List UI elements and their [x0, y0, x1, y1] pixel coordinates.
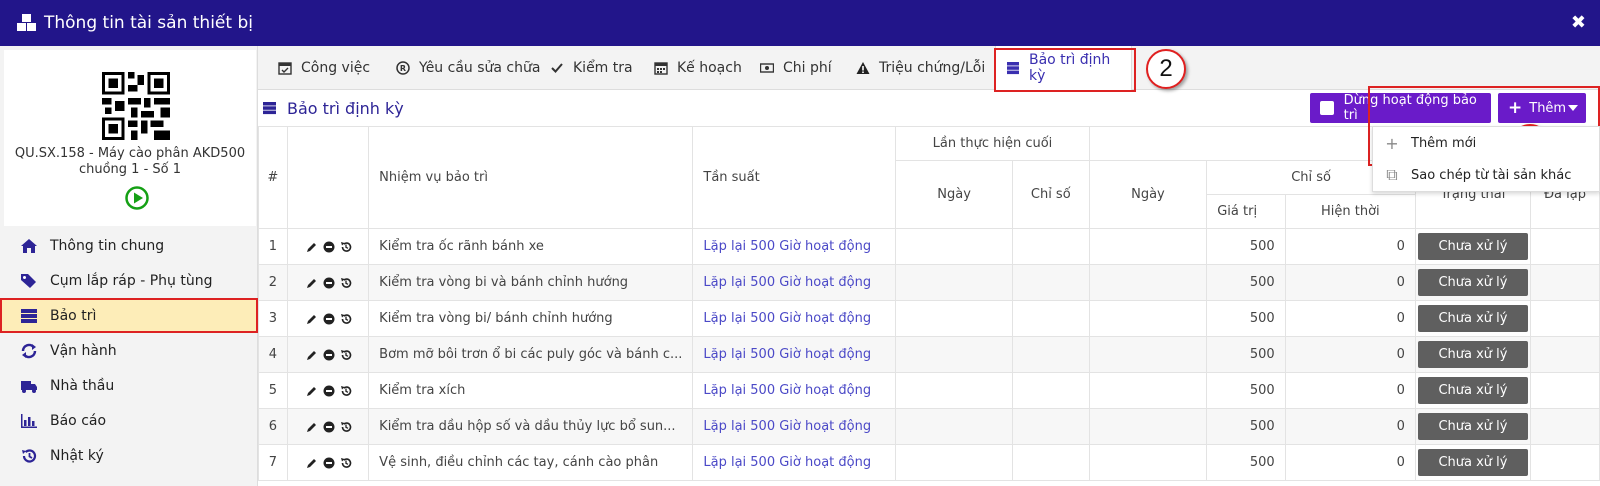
history-icon[interactable]	[340, 349, 352, 361]
calendar-check-icon	[278, 62, 292, 75]
check-icon	[551, 63, 563, 73]
history-icon[interactable]	[340, 277, 352, 289]
minus-circle-icon[interactable]	[323, 421, 335, 433]
tab-cost[interactable]: Chi phí	[760, 46, 832, 90]
header-task: Nhiệm vụ bảo trì	[368, 126, 694, 229]
refresh-icon	[21, 343, 37, 358]
status-button[interactable]: Chưa xử lý	[1417, 269, 1528, 296]
sidebar-item-assembly[interactable]: Cụm lắp ráp - Phụ tùng	[0, 263, 258, 298]
header-next-date: Ngày	[1088, 160, 1208, 229]
header-value: Giá trị	[1206, 194, 1286, 229]
server-icon	[263, 102, 276, 115]
history-icon[interactable]	[340, 421, 352, 433]
pencil-icon[interactable]	[306, 421, 318, 433]
header-last-date: Ngày	[895, 160, 1013, 229]
play-circle-icon[interactable]	[125, 186, 149, 210]
close-icon[interactable]: ✖	[1571, 12, 1586, 33]
minus-circle-icon[interactable]	[323, 457, 335, 469]
status-button[interactable]: Chưa xử lý	[1417, 449, 1528, 476]
sidebar-item-maintenance[interactable]: Bảo trì	[0, 298, 258, 333]
caret-down-icon	[1568, 105, 1578, 111]
sidebar-item-report[interactable]: Báo cáo	[0, 403, 258, 438]
history-icon	[22, 448, 37, 463]
plus-icon: +	[1508, 98, 1523, 118]
pencil-icon[interactable]	[306, 385, 318, 397]
callout-2: 2	[1146, 49, 1186, 89]
money-icon	[760, 63, 774, 73]
main-panel: Công việc R Yêu cầu sửa chữa Kiểm tra Kế…	[258, 46, 1600, 486]
history-icon[interactable]	[340, 313, 352, 325]
minus-circle-icon[interactable]	[323, 385, 335, 397]
header-last-done: Lần thực hiện cuối	[895, 126, 1090, 161]
stop-maintenance-button[interactable]: Dừng hoạt động bảo trì	[1310, 93, 1491, 123]
sidebar-item-contractor[interactable]: Nhà thầu	[0, 368, 258, 403]
sidebar-item-log[interactable]: Nhật ký	[0, 438, 258, 473]
header-last-reading: Chỉ số	[1011, 160, 1090, 229]
pencil-icon[interactable]	[306, 277, 318, 289]
table-row: 2 Kiểm tra vòng bi và bánh chỉnh hướng L…	[258, 264, 1600, 301]
table-row: 7 Vệ sinh, điều chỉnh các tay, cánh cào …	[258, 444, 1600, 481]
tab-bar: Công việc R Yêu cầu sửa chữa Kiểm tra Kế…	[258, 46, 1600, 90]
asset-card: QU.SX.158 - Máy cào phân AKD500 chuồng 1…	[4, 50, 256, 226]
add-button[interactable]: + Thêm	[1498, 93, 1586, 123]
server-icon	[21, 308, 37, 323]
bar-chart-icon	[21, 413, 37, 428]
pencil-icon[interactable]	[306, 241, 318, 253]
tab-inspection[interactable]: Kiểm tra	[550, 46, 633, 90]
sidebar-item-general[interactable]: Thông tin chung	[0, 228, 258, 263]
pencil-icon[interactable]	[306, 313, 318, 325]
tab-symptom[interactable]: Triệu chứng/Lỗi	[856, 46, 985, 90]
tags-icon	[21, 273, 36, 288]
table-row: 5 Kiểm tra xích Lặp lại 500 Giờ hoạt độn…	[258, 372, 1600, 409]
window-title: Thông tin tài sản thiết bị	[44, 13, 253, 33]
status-button[interactable]: Chưa xử lý	[1417, 305, 1528, 332]
history-icon[interactable]	[340, 385, 352, 397]
copy-from-asset-item[interactable]: ⧉ Sao chép từ tài sản khác	[1373, 159, 1599, 191]
history-icon[interactable]	[340, 241, 352, 253]
sidebar-menu: Thông tin chung Cụm lắp ráp - Phụ tùng B…	[0, 228, 258, 473]
pencil-icon[interactable]	[306, 349, 318, 361]
svg-text:R: R	[400, 64, 406, 73]
truck-icon	[21, 380, 37, 393]
header-index: #	[258, 126, 288, 229]
tab-repair-request[interactable]: R Yêu cầu sửa chữa	[396, 46, 540, 90]
header-frequency: Tần suất	[692, 126, 897, 229]
table-row: 4 Bơm mỡ bôi trơn ổ bi các puly góc và b…	[258, 336, 1600, 373]
cubes-icon	[17, 14, 36, 31]
tab-plan[interactable]: Kế hoạch	[654, 46, 742, 90]
server-icon	[1006, 62, 1019, 75]
table-row: 6 Kiểm tra dầu hộp số và dầu thủy lực bổ…	[258, 408, 1600, 445]
add-new-item[interactable]: + Thêm mới	[1373, 127, 1599, 159]
registered-icon: R	[396, 61, 410, 75]
calendar-icon	[654, 62, 668, 75]
header-current: Hiện thời	[1284, 194, 1416, 229]
qr-code-icon	[102, 72, 170, 140]
minus-circle-icon[interactable]	[323, 313, 335, 325]
minus-circle-icon[interactable]	[323, 241, 335, 253]
status-button[interactable]: Chưa xử lý	[1417, 233, 1528, 260]
section-title: Bảo trì định kỳ	[258, 94, 404, 122]
checkbox-icon	[1320, 101, 1334, 115]
sidebar-item-operation[interactable]: Vận hành	[0, 333, 258, 368]
minus-circle-icon[interactable]	[323, 277, 335, 289]
status-button[interactable]: Chưa xử lý	[1417, 341, 1528, 368]
status-button[interactable]: Chưa xử lý	[1417, 413, 1528, 440]
sidebar: QU.SX.158 - Máy cào phân AKD500 chuồng 1…	[0, 46, 258, 486]
table-row: 3 Kiểm tra vòng bi/ bánh chỉnh hướng Lặp…	[258, 300, 1600, 337]
copy-icon: ⧉	[1386, 165, 1398, 184]
status-button[interactable]: Chưa xử lý	[1417, 377, 1528, 404]
warning-icon	[856, 62, 870, 74]
plus-icon: +	[1385, 133, 1399, 153]
history-icon[interactable]	[340, 457, 352, 469]
home-icon	[21, 238, 37, 253]
window-titlebar: Thông tin tài sản thiết bị ✖	[0, 0, 1600, 46]
header-actions	[286, 126, 370, 229]
table-row: 1 Kiểm tra ốc rãnh bánh xe Lặp lại 500 G…	[258, 228, 1600, 265]
tab-periodic-maintenance[interactable]: Bảo trì định kỳ	[995, 46, 1132, 90]
asset-name: QU.SX.158 - Máy cào phân AKD500 chuồng 1…	[14, 146, 246, 177]
tab-work[interactable]: Công việc	[278, 46, 370, 90]
add-dropdown-menu: + Thêm mới ⧉ Sao chép từ tài sản khác	[1372, 126, 1600, 192]
pencil-icon[interactable]	[306, 457, 318, 469]
minus-circle-icon[interactable]	[323, 349, 335, 361]
